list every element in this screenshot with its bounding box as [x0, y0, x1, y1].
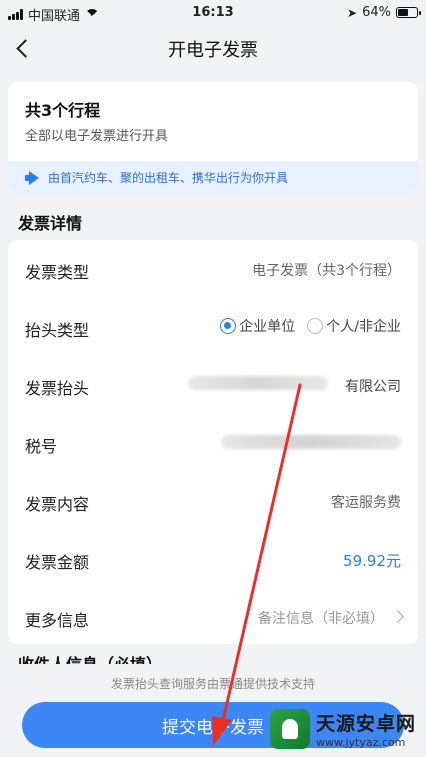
site-watermark: 天源安卓网 www.jytyaz.com	[269, 709, 416, 749]
invoice-content-value: 客运服务费	[331, 495, 401, 511]
row-label: 税号	[25, 437, 58, 456]
trip-summary-card: 共3个行程 全部以电子发票进行开具 由首汽约车、聚的出租车、携华出行为你开具	[8, 82, 418, 193]
redacted-title-blur	[188, 376, 328, 390]
watermark-name: 天源安卓网	[315, 713, 416, 735]
radio-personal[interactable]: 个人/非企业	[307, 316, 401, 336]
row-more-info[interactable]: 更多信息 备注信息（非必填）	[8, 588, 418, 646]
row-label: 更多信息	[25, 611, 90, 630]
more-info-hint: 备注信息（非必填）	[258, 611, 384, 627]
invoice-type-value: 电子发票（共3个行程）	[252, 263, 401, 279]
radio-personal-label: 个人/非企业	[326, 319, 401, 335]
row-title-type: 抬头类型 企业单位 个人/非企业	[8, 298, 418, 356]
status-right: ➤ 64%	[347, 5, 421, 20]
location-icon: ➤	[347, 5, 358, 20]
battery-icon	[396, 7, 421, 18]
invoice-details-title: 发票详情	[18, 214, 83, 233]
row-invoice-amount: 发票金额 59.92元	[8, 530, 418, 588]
row-label: 抬头类型	[25, 321, 90, 340]
title-type-radio-group: 企业单位 个人/非企业	[220, 316, 401, 336]
row-label: 发票类型	[25, 263, 90, 282]
issuer-notice: 由首汽约车、聚的出租车、携华出行为你开具	[8, 161, 418, 193]
row-label: 发票内容	[25, 495, 90, 514]
nav-bar: 开电子发票	[0, 26, 426, 70]
row-label: 发票抬头	[25, 379, 90, 398]
invoice-details-card: 发票类型 电子发票（共3个行程） 抬头类型 企业单位 个人/非企业 发票抬头 有…	[8, 240, 418, 644]
status-bar: 中国联通 16:13 ➤ 64%	[0, 0, 426, 26]
trip-count-title: 共3个行程	[25, 101, 101, 120]
redacted-tax-id-blur[interactable]	[221, 435, 401, 449]
page-title: 开电子发票	[168, 40, 258, 61]
radio-unselected-icon	[307, 318, 324, 334]
android-logo-icon	[269, 709, 310, 749]
recipient-section-title: 收件人信息（必填）	[18, 652, 162, 664]
invoice-title-value[interactable]: 有限公司	[345, 376, 401, 396]
radio-company[interactable]: 企业单位	[220, 316, 295, 336]
battery-percent: 64%	[362, 5, 391, 20]
radio-company-label: 企业单位	[239, 319, 296, 335]
issuer-notice-text: 由首汽约车、聚的出租车、携华出行为你开具	[48, 170, 289, 185]
radio-selected-icon	[220, 318, 237, 334]
megaphone-icon	[25, 171, 41, 184]
invoice-amount-value: 59.92元	[343, 552, 401, 570]
row-invoice-content: 发票内容 客运服务费	[8, 472, 418, 530]
row-label: 发票金额	[25, 553, 90, 572]
chevron-right-icon	[391, 610, 404, 623]
service-provider-note: 发票抬头查询服务由票通提供技术支持	[110, 677, 315, 691]
row-invoice-title[interactable]: 发票抬头 有限公司	[8, 356, 418, 414]
row-invoice-type: 发票类型 电子发票（共3个行程）	[8, 240, 418, 298]
trip-summary-subtitle: 全部以电子发票进行开具	[25, 129, 169, 144]
watermark-text: 天源安卓网 www.jytyaz.com	[316, 709, 416, 749]
watermark-url: www.jytyaz.com	[315, 736, 406, 749]
row-tax-id[interactable]: 税号	[8, 414, 418, 472]
